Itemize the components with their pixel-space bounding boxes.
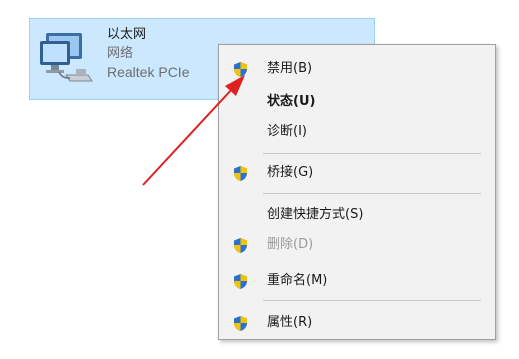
uac-shield-icon bbox=[234, 166, 247, 181]
menu-item-label: 禁用(B) bbox=[267, 61, 313, 76]
menu-separator bbox=[263, 300, 481, 301]
menu-item-label: 属性(R) bbox=[267, 315, 313, 330]
uac-shield-icon bbox=[234, 62, 247, 77]
menu-item-bridge[interactable]: 桥接(G) bbox=[219, 159, 495, 187]
adapter-device: Realtek PCIe bbox=[107, 64, 190, 80]
adapter-text: 以太网 网络 Realtek PCIe bbox=[107, 25, 189, 82]
network-adapter-icon bbox=[40, 33, 93, 82]
menu-item-properties[interactable]: 属性(R) bbox=[219, 309, 495, 337]
menu-separator bbox=[263, 193, 481, 194]
menu-item-disable[interactable]: 禁用(B) bbox=[219, 55, 495, 83]
menu-separator bbox=[263, 153, 481, 154]
uac-shield-icon bbox=[234, 238, 247, 253]
menu-item-create-shortcut[interactable]: 创建快捷方式(S) bbox=[219, 201, 495, 229]
uac-shield-icon bbox=[234, 274, 247, 289]
menu-item-label: 重命名(M) bbox=[267, 273, 328, 288]
menu-item-diagnose[interactable]: 诊断(I) bbox=[219, 118, 495, 146]
menu-item-status[interactable]: 状态(U) bbox=[219, 88, 495, 116]
menu-item-label: 桥接(G) bbox=[267, 165, 314, 180]
menu-item-rename[interactable]: 重命名(M) bbox=[219, 267, 495, 295]
menu-item-delete: 删除(D) bbox=[219, 231, 495, 259]
adapter-type: 网络 bbox=[107, 46, 134, 61]
menu-item-label: 诊断(I) bbox=[267, 124, 307, 139]
menu-item-label: 状态(U) bbox=[267, 94, 316, 109]
uac-shield-icon bbox=[234, 316, 247, 331]
menu-item-label: 删除(D) bbox=[267, 237, 314, 252]
context-menu: 禁用(B) 状态(U) 诊断(I) 桥接(G) 创建快捷方式(S) 删除(D) … bbox=[218, 44, 496, 340]
adapter-name: 以太网 bbox=[107, 27, 147, 42]
menu-item-label: 创建快捷方式(S) bbox=[267, 207, 364, 222]
